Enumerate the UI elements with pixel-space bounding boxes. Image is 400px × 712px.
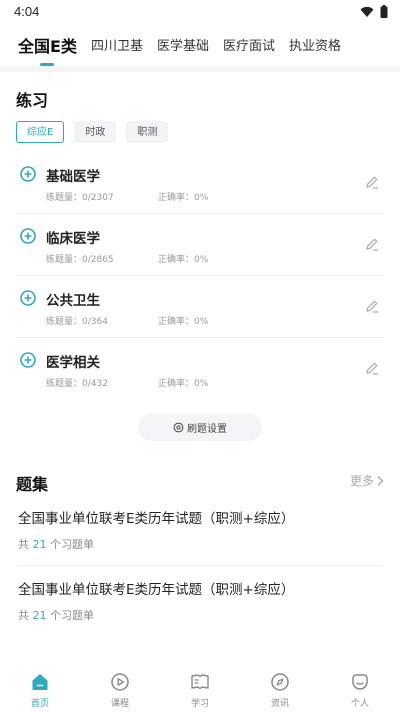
edit-icon[interactable] [364, 236, 380, 252]
wifi-icon [360, 6, 374, 17]
collection-subtitle: 共 21 个习题单 [18, 607, 382, 623]
chevron-right-icon [377, 475, 384, 486]
practice-item-rate: 正确率：0% [158, 193, 209, 203]
expand-plus-icon[interactable] [20, 290, 36, 306]
expand-plus-icon[interactable] [20, 228, 36, 244]
edit-icon[interactable] [364, 360, 380, 376]
nav-study-label: 学习 [190, 699, 209, 709]
practice-item-count: 练题量：0/432 [46, 379, 108, 389]
nav-courses-label: 课程 [110, 699, 129, 709]
collections-title: 题集 [16, 475, 49, 494]
collections-more-link[interactable]: 更多 [350, 472, 384, 489]
practice-item-rate: 正确率：0% [158, 255, 209, 265]
tab-sichuan[interactable]: 四川卫基 [91, 36, 143, 58]
collection-prefix: 共 [18, 609, 29, 622]
settings-gear-icon [173, 422, 184, 432]
collection-item[interactable]: 全国事业单位联考E类历年试题（职测+综应） 共 21 个习题单 [18, 507, 382, 571]
bottom-nav: 首页 课程 学习 资讯 个人 [0, 664, 400, 712]
play-circle-icon [111, 673, 129, 691]
practice-settings-button[interactable]: 刷题设置 [138, 413, 262, 441]
practice-item[interactable]: 临床医学 练题量：0/2865 正确率：0% [16, 214, 384, 276]
edit-icon[interactable] [364, 298, 380, 314]
tab-medical-interview[interactable]: 医疗面试 [223, 36, 275, 58]
status-bar: 4:04 [0, 0, 400, 24]
practice-item-count: 练题量：0/2307 [46, 193, 114, 203]
chip-zongying-e[interactable]: 综应E [16, 121, 65, 143]
nav-courses[interactable]: 课程 [80, 664, 160, 712]
collection-divider [18, 565, 382, 566]
tab-medical-basics[interactable]: 医学基础 [157, 36, 209, 58]
practice-item-title: 临床医学 [46, 231, 100, 247]
home-icon [32, 674, 48, 690]
edit-icon[interactable] [364, 174, 380, 190]
tab-national-e[interactable]: 全国E类 [18, 36, 77, 66]
practice-item-title: 基础医学 [46, 169, 100, 185]
expand-plus-icon[interactable] [20, 166, 36, 182]
expand-plus-icon[interactable] [20, 352, 36, 368]
collection-title: 全国事业单位联考E类历年试题（职测+综应） [18, 582, 295, 598]
nav-study[interactable]: 学习 [160, 664, 240, 712]
practice-settings-label: 刷题设置 [187, 423, 227, 435]
category-tabs: 全国E类 四川卫基 医学基础 医疗面试 执业资格 [18, 28, 341, 66]
book-icon [191, 674, 209, 690]
nav-home-label: 首页 [30, 699, 49, 709]
practice-item-rate: 正确率：0% [158, 379, 209, 389]
nav-home[interactable]: 首页 [0, 664, 80, 712]
status-time: 4:04 [14, 4, 40, 19]
practice-item[interactable]: 医学相关 练题量：0/432 正确率：0% [16, 338, 384, 400]
chip-zhice[interactable]: 职测 [126, 121, 169, 143]
practice-item-title: 医学相关 [46, 355, 100, 371]
section-divider [0, 66, 400, 72]
collection-item[interactable]: 全国事业单位联考E类历年试题（职测+综应） 共 21 个习题单 [18, 578, 382, 642]
practice-item[interactable]: 基础医学 练题量：0/2307 正确率：0% [16, 152, 384, 214]
nav-news-label: 资讯 [270, 699, 289, 709]
chip-shizheng[interactable]: 时政 [74, 121, 117, 143]
practice-chips: 综应E 时政 职测 [16, 121, 169, 143]
more-label: 更多 [349, 474, 374, 488]
practice-item[interactable]: 公共卫生 练题量：0/364 正确率：0% [16, 276, 384, 338]
practice-list: 基础医学 练题量：0/2307 正确率：0% 临床医学 练题量：0/2865 正… [16, 152, 384, 400]
practice-item-title: 公共卫生 [46, 293, 100, 309]
collection-count: 21 [32, 538, 47, 551]
battery-icon [380, 5, 388, 18]
collection-prefix: 共 [18, 538, 29, 551]
tab-practice-qualification[interactable]: 执业资格 [289, 36, 341, 58]
practice-item-count: 练题量：0/2865 [46, 255, 114, 265]
collection-suffix: 个习题单 [50, 609, 94, 622]
status-icons [360, 5, 388, 18]
practice-item-count: 练题量：0/364 [46, 317, 108, 327]
compass-icon [271, 673, 289, 691]
nav-profile[interactable]: 个人 [320, 664, 400, 712]
collection-subtitle: 共 21 个习题单 [18, 536, 382, 552]
practice-item-rate: 正确率：0% [158, 317, 209, 327]
nav-profile-label: 个人 [350, 699, 369, 709]
collection-suffix: 个习题单 [50, 538, 94, 551]
collection-count: 21 [32, 609, 47, 622]
practice-title: 练习 [16, 91, 49, 110]
profile-icon [352, 674, 368, 690]
nav-news[interactable]: 资讯 [240, 664, 320, 712]
collection-title: 全国事业单位联考E类历年试题（职测+综应） [18, 511, 295, 527]
